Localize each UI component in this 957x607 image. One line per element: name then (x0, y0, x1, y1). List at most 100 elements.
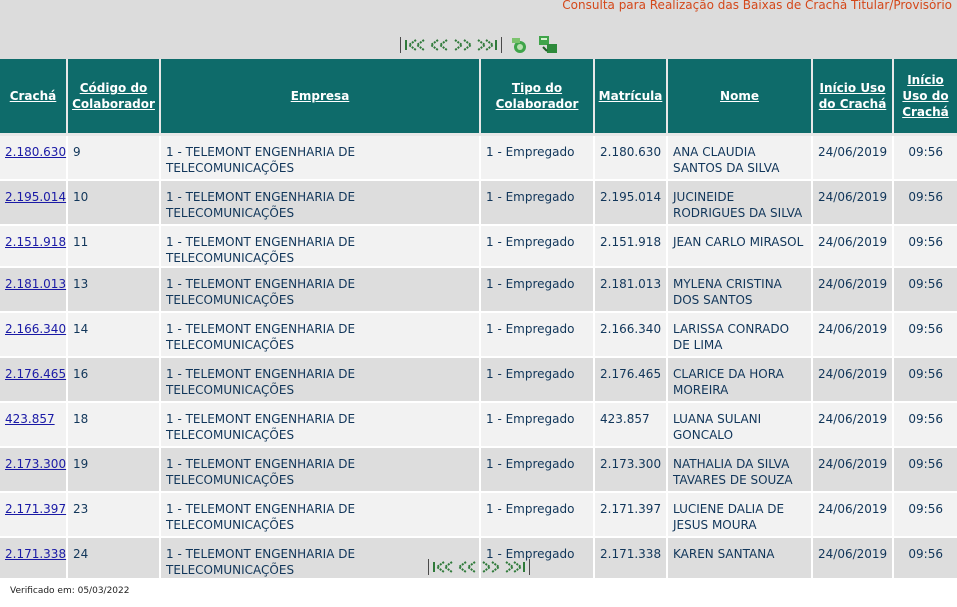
cell-codigo: 14 (68, 313, 161, 358)
cell-nome: LUCIENE DALIA DE JESUS MOURA (668, 493, 813, 538)
cracha-link[interactable]: 423.857 (5, 412, 55, 426)
cell-cracha: 2.173.300 (0, 448, 68, 493)
cell-tipo: 1 - Empregado (481, 181, 595, 226)
cracha-link[interactable]: 2.195.014 (5, 190, 66, 204)
col-header-nome[interactable]: Nome (668, 59, 813, 136)
top-pagination (0, 34, 957, 56)
cell-matricula: 2.151.918 (595, 226, 668, 268)
cell-cracha: 2.176.465 (0, 358, 68, 403)
cell-tipo: 1 - Empregado (481, 313, 595, 358)
cell-inicio-hora: 09:56 (894, 358, 957, 403)
cell-tipo: 1 - Empregado (481, 136, 595, 181)
cell-inicio-hora: 09:56 (894, 181, 957, 226)
cell-tipo: 1 - Empregado (481, 403, 595, 448)
cell-cracha: 2.181.013 (0, 268, 68, 313)
cell-nome: LUANA SULANI GONCALO (668, 403, 813, 448)
table-header-row: Crachá Código do Colaborador Empresa Tip… (0, 59, 957, 136)
cracha-link[interactable]: 2.181.013 (5, 277, 66, 291)
cell-empresa: 1 - TELEMONT ENGENHARIA DE TELECOMUNICAÇ… (161, 358, 481, 403)
cell-inicio-hora: 09:56 (894, 226, 957, 268)
cell-inicio-data: 24/06/2019 (813, 313, 894, 358)
col-header-inicio-uso-data[interactable]: Início Uso do Crachá (813, 59, 894, 136)
cell-empresa: 1 - TELEMONT ENGENHARIA DE TELECOMUNICAÇ… (161, 268, 481, 313)
cell-inicio-hora: 09:56 (894, 493, 957, 538)
col-header-tipo[interactable]: Tipo do Colaborador (481, 59, 595, 136)
cell-tipo: 1 - Empregado (481, 358, 595, 403)
cell-codigo: 11 (68, 226, 161, 268)
col-header-matricula[interactable]: Matrícula (595, 59, 668, 136)
cell-cracha: 2.195.014 (0, 181, 68, 226)
table-row: 2.176.465 16 1 - TELEMONT ENGENHARIA DE TE… (0, 358, 957, 403)
divider (500, 37, 502, 53)
cell-inicio-data: 24/06/2019 (813, 268, 894, 313)
cracha-link[interactable]: 2.173.300 (5, 457, 66, 471)
cell-nome: MYLENA CRISTINA DOS SANTOS (668, 268, 813, 313)
divider (399, 37, 401, 53)
divider (528, 559, 530, 575)
cell-matricula: 2.171.397 (595, 493, 668, 538)
cell-nome: CLARICE DA HORA MOREIRA (668, 358, 813, 403)
col-header-empresa[interactable]: Empresa (161, 59, 481, 136)
cell-codigo: 23 (68, 493, 161, 538)
content-area: Consulta para Realização das Baixas de C… (0, 0, 957, 580)
cell-nome: JEAN CARLO MIRASOL (668, 226, 813, 268)
col-header-inicio-uso-hora[interactable]: Início Uso do Crachá (894, 59, 957, 136)
cell-empresa: 1 - TELEMONT ENGENHARIA DE TELECOMUNICAÇ… (161, 448, 481, 493)
cell-codigo: 10 (68, 181, 161, 226)
table-row: 2.173.300 19 1 - TELEMONT ENGENHARIA DE TE… (0, 448, 957, 493)
cell-nome: NATHALIA DA SILVA TAVARES DE SOUZA (668, 448, 813, 493)
previous-page-icon[interactable] (456, 560, 478, 574)
cracha-link[interactable]: 2.176.465 (5, 367, 66, 381)
cell-matricula: 2.173.300 (595, 448, 668, 493)
cell-matricula: 2.195.014 (595, 181, 668, 226)
cell-nome: ANA CLAUDIA SANTOS DA SILVA (668, 136, 813, 181)
cell-nome: JUCINEIDE RODRIGUES DA SILVA (668, 181, 813, 226)
last-page-icon[interactable] (476, 38, 498, 52)
cell-empresa: 1 - TELEMONT ENGENHARIA DE TELECOMUNICAÇ… (161, 403, 481, 448)
cell-nome: LARISSA CONRADO DE LIMA (668, 313, 813, 358)
cell-matricula: 2.181.013 (595, 268, 668, 313)
verified-date: Verificado em: 05/03/2022 (10, 586, 130, 596)
page-title: Consulta para Realização das Baixas de C… (562, 0, 952, 12)
cracha-link[interactable]: 2.166.340 (5, 322, 66, 336)
first-page-icon[interactable] (432, 560, 454, 574)
col-header-codigo[interactable]: Código do Colaborador (68, 59, 161, 136)
next-page-icon[interactable] (480, 560, 502, 574)
cell-cracha: 2.166.340 (0, 313, 68, 358)
cell-matricula: 2.166.340 (595, 313, 668, 358)
cell-inicio-hora: 09:56 (894, 313, 957, 358)
cracha-link[interactable]: 2.151.918 (5, 235, 66, 249)
results-table: Crachá Código do Colaborador Empresa Tip… (0, 59, 957, 580)
cracha-link[interactable]: 2.180.630 (5, 145, 66, 159)
export-icon[interactable] (537, 35, 559, 55)
cell-codigo: 16 (68, 358, 161, 403)
cell-inicio-data: 24/06/2019 (813, 493, 894, 538)
table-row: 2.180.630 9 1 - TELEMONT ENGENHARIA DE TEL… (0, 136, 957, 181)
cell-codigo: 9 (68, 136, 161, 181)
col-header-cracha[interactable]: Crachá (0, 59, 68, 136)
previous-page-icon[interactable] (428, 38, 450, 52)
cell-tipo: 1 - Empregado (481, 226, 595, 268)
table-row: 2.195.014 10 1 - TELEMONT ENGENHARIA DE TE… (0, 181, 957, 226)
cell-matricula: 2.176.465 (595, 358, 668, 403)
cell-inicio-hora: 09:56 (894, 136, 957, 181)
cell-cracha: 423.857 (0, 403, 68, 448)
cell-inicio-data: 24/06/2019 (813, 358, 894, 403)
cell-empresa: 1 - TELEMONT ENGENHARIA DE TELECOMUNICAÇ… (161, 226, 481, 268)
cell-tipo: 1 - Empregado (481, 448, 595, 493)
cell-empresa: 1 - TELEMONT ENGENHARIA DE TELECOMUNICAÇ… (161, 493, 481, 538)
cell-tipo: 1 - Empregado (481, 493, 595, 538)
last-page-icon[interactable] (504, 560, 526, 574)
cell-empresa: 1 - TELEMONT ENGENHARIA DE TELECOMUNICAÇ… (161, 136, 481, 181)
refresh-icon[interactable] (509, 35, 531, 55)
table-row: 423.857 18 1 - TELEMONT ENGENHARIA DE TELE… (0, 403, 957, 448)
cell-inicio-data: 24/06/2019 (813, 181, 894, 226)
cracha-link[interactable]: 2.171.397 (5, 502, 66, 516)
table-row: 2.151.918 11 1 - TELEMONT ENGENHARIA DE TE… (0, 226, 957, 268)
table-row: 2.166.340 14 1 - TELEMONT ENGENHARIA DE TE… (0, 313, 957, 358)
first-page-icon[interactable] (404, 38, 426, 52)
next-page-icon[interactable] (452, 38, 474, 52)
cell-cracha: 2.151.918 (0, 226, 68, 268)
cell-inicio-data: 24/06/2019 (813, 403, 894, 448)
divider (427, 559, 429, 575)
